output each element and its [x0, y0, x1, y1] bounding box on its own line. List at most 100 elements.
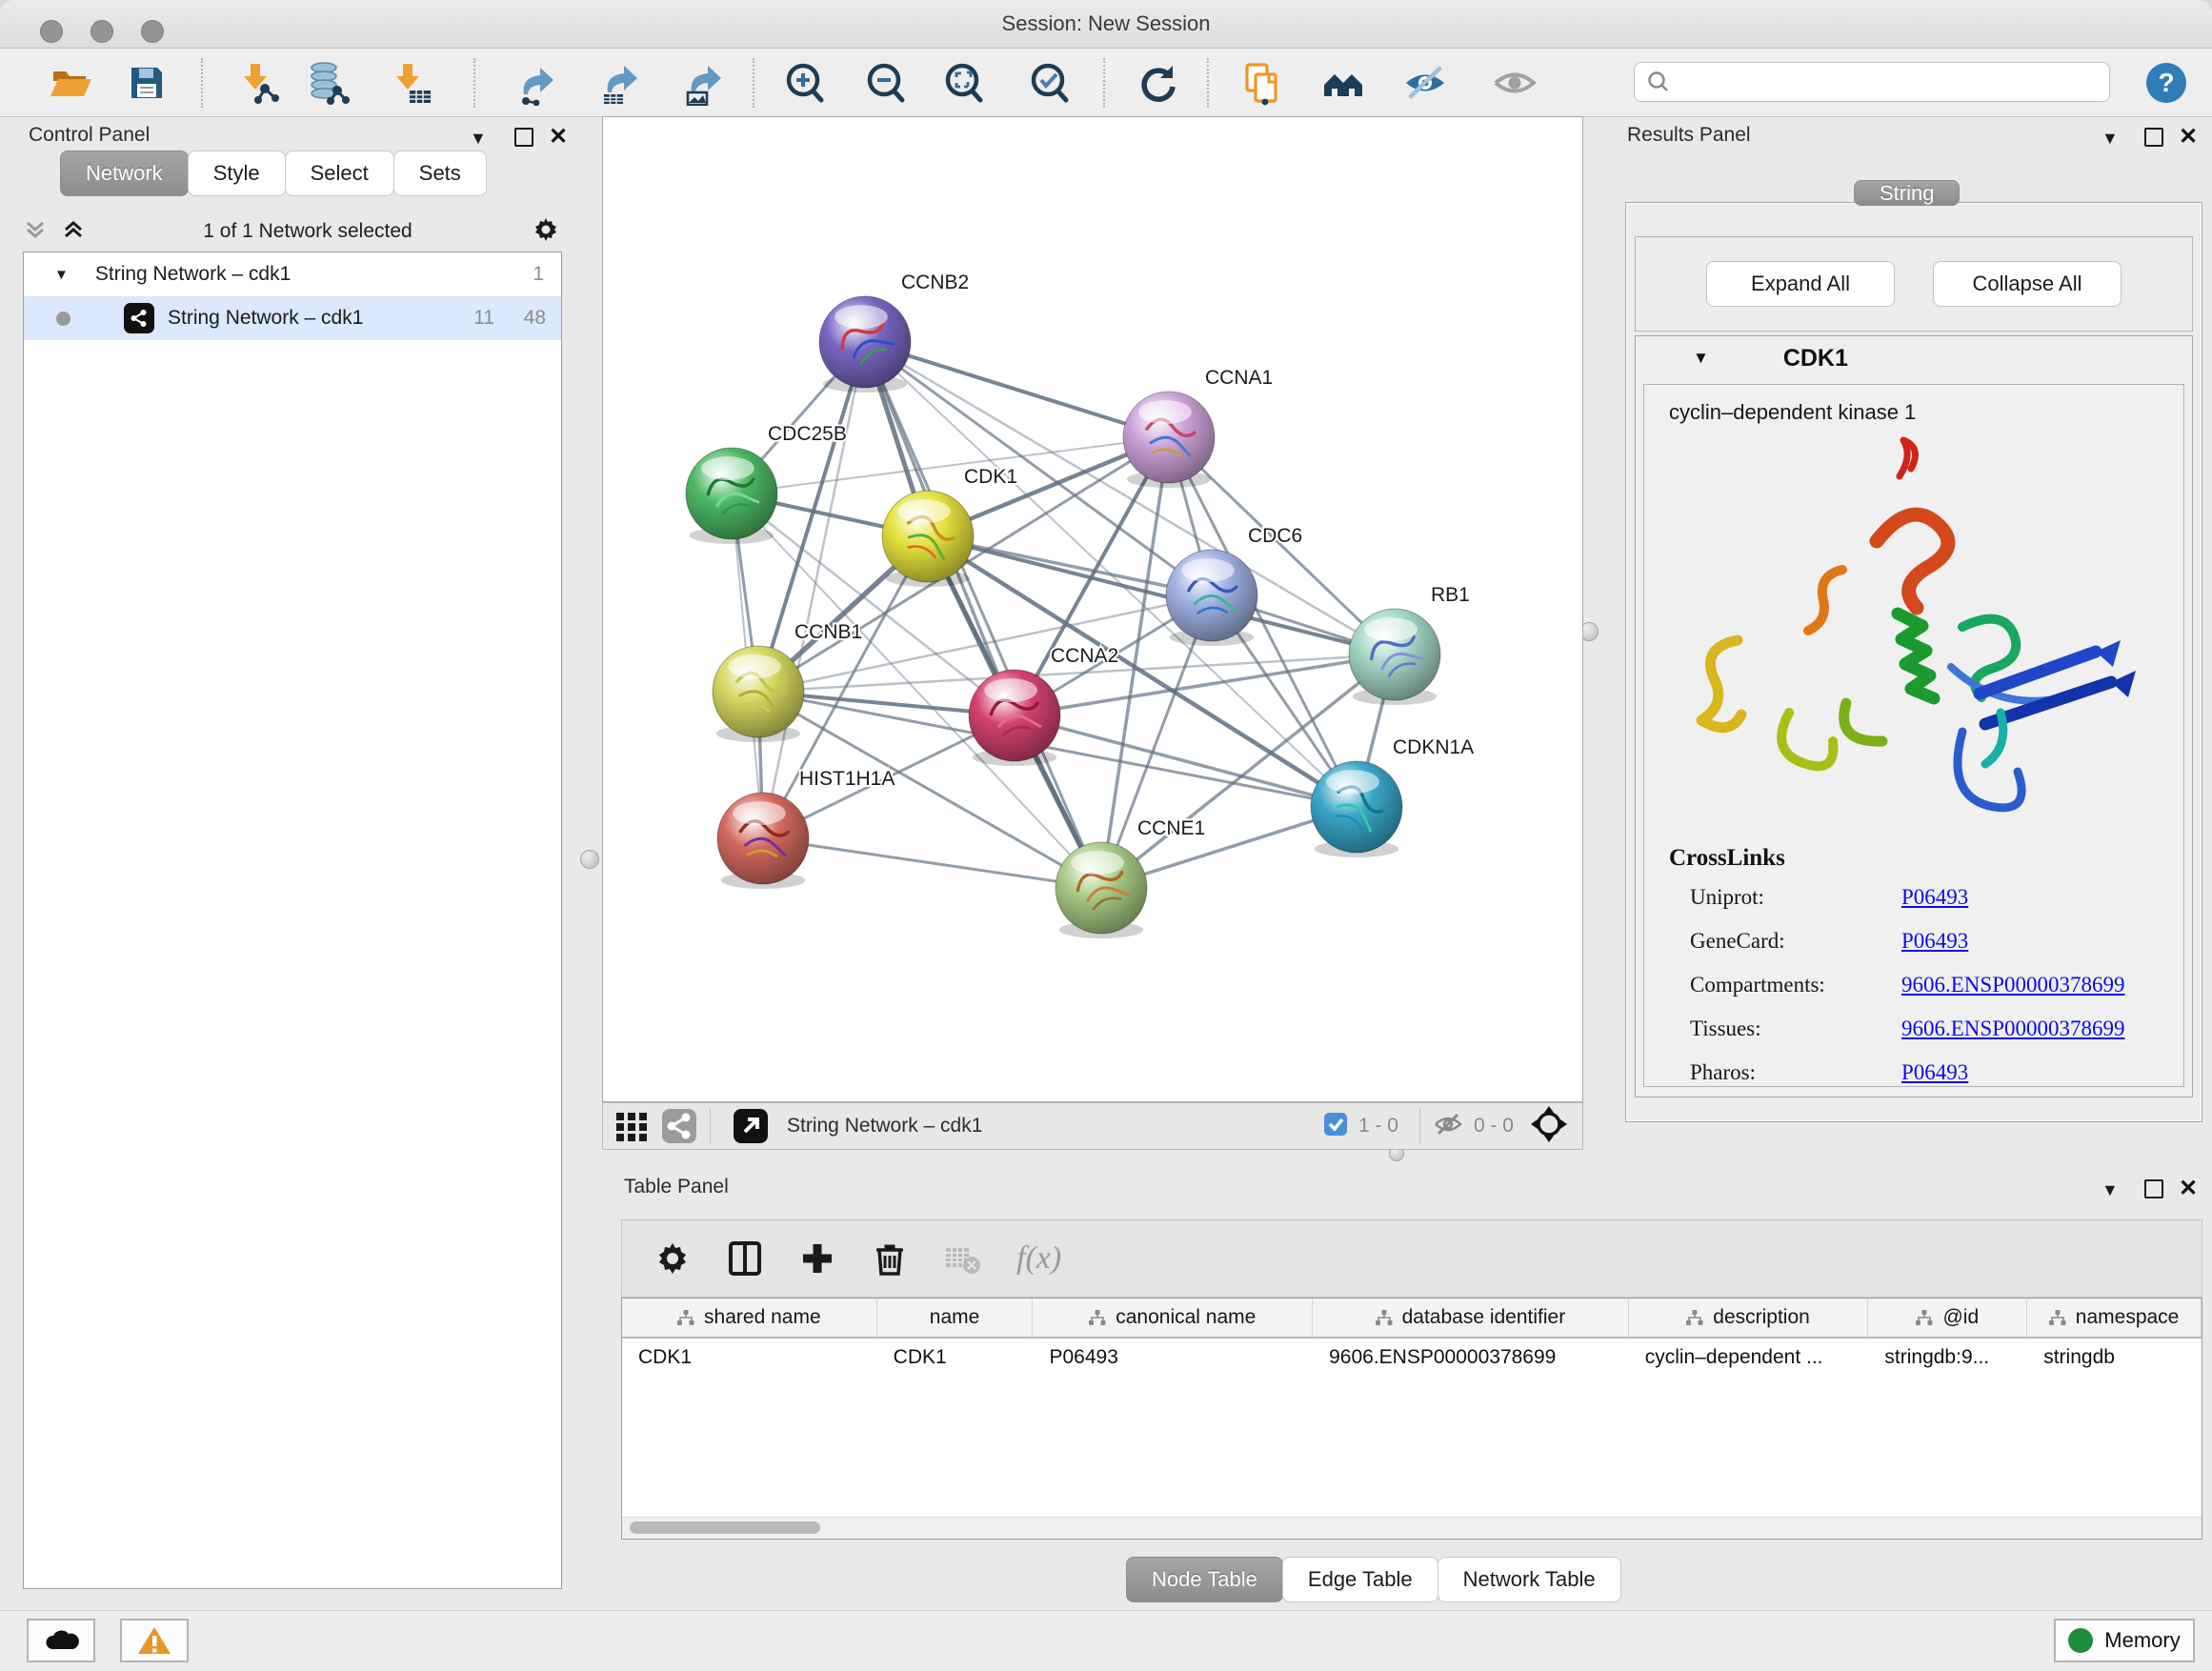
node-CCNA1[interactable]: CCNA1 — [1123, 367, 1273, 488]
network-share-icon[interactable] — [660, 1107, 698, 1145]
column-header-database-identifier[interactable]: database identifier — [1313, 1299, 1629, 1337]
collection-expander-icon[interactable]: ▼ — [54, 267, 69, 283]
add-column-icon[interactable] — [795, 1237, 839, 1280]
table-panel-close-icon[interactable]: ✕ — [2179, 1179, 2198, 1198]
refresh-layout-icon[interactable] — [1136, 60, 1181, 106]
network-collection-row[interactable]: ▼ String Network – cdk1 1 — [24, 252, 561, 296]
warning-button[interactable] — [120, 1619, 189, 1662]
column-header-namespace[interactable]: namespace — [2027, 1299, 2202, 1337]
table-cell[interactable]: stringdb:9... — [1868, 1339, 2027, 1377]
open-in-window-icon[interactable] — [732, 1107, 770, 1145]
tab-sets[interactable]: Sets — [393, 151, 487, 196]
help-icon[interactable]: ? — [2143, 60, 2189, 106]
left-splitter-handle[interactable] — [580, 850, 599, 869]
tab-network[interactable]: Network — [60, 151, 189, 196]
zoom-selected-icon[interactable] — [1027, 60, 1073, 106]
table-cell[interactable]: CDK1 — [877, 1339, 1034, 1377]
delete-table-icon[interactable] — [940, 1237, 984, 1280]
expand-all-button[interactable]: Expand All — [1706, 261, 1895, 307]
node-CDKN1A[interactable]: CDKN1A — [1311, 736, 1474, 857]
table-cell[interactable]: stringdb — [2027, 1339, 2202, 1377]
tab-style[interactable]: Style — [188, 151, 286, 196]
export-network-icon[interactable] — [513, 60, 558, 106]
node-HIST1H1A[interactable]: HIST1H1A — [717, 768, 895, 889]
node-RB1[interactable]: RB1 — [1349, 584, 1470, 705]
table-panel-menu-icon[interactable]: ▼ — [2101, 1181, 2119, 1198]
function-builder-icon[interactable]: f(x) — [1016, 1240, 1061, 1277]
crosslink-link[interactable]: P06493 — [1901, 885, 1968, 910]
control-panel-menu-icon[interactable]: ▼ — [470, 130, 487, 147]
collapse-all-button[interactable]: Collapse All — [1933, 261, 2122, 307]
collapse-all-networks-icon[interactable] — [23, 217, 48, 246]
tab-edge-table[interactable]: Edge Table — [1282, 1557, 1438, 1602]
hidden-eye-icon[interactable] — [1432, 1108, 1464, 1145]
table-cell[interactable]: CDK1 — [622, 1339, 877, 1377]
node-CDK1[interactable]: CDK1 — [882, 466, 1017, 587]
network-row[interactable]: String Network – cdk1 11 48 — [24, 296, 561, 340]
control-panel-float-icon[interactable] — [514, 128, 533, 147]
show-columns-icon[interactable] — [723, 1237, 767, 1280]
protein-section-header[interactable]: ▼ CDK1 — [1636, 336, 2192, 380]
delete-column-icon[interactable] — [868, 1237, 912, 1280]
table-cell[interactable]: cyclin–dependent ... — [1629, 1339, 1869, 1377]
import-network-file-icon[interactable] — [236, 60, 282, 106]
fit-content-crosshair-icon[interactable] — [1529, 1104, 1569, 1149]
table-panel-float-icon[interactable] — [2144, 1179, 2163, 1198]
tab-select[interactable]: Select — [285, 151, 394, 196]
save-session-icon[interactable] — [124, 60, 170, 106]
table-cell[interactable]: P06493 — [1033, 1339, 1313, 1377]
table-horizontal-scrollbar[interactable] — [622, 1517, 2202, 1539]
import-network-database-icon[interactable] — [305, 60, 351, 106]
copy-document-icon[interactable] — [1238, 60, 1284, 106]
protein-expander-icon[interactable]: ▼ — [1693, 349, 1709, 368]
crosslink-link[interactable]: P06493 — [1901, 929, 1968, 954]
crosslink-link[interactable]: P06493 — [1901, 1060, 1968, 1085]
zoom-fit-icon[interactable] — [941, 60, 987, 106]
edge-CCNB2-HIST1H1A[interactable] — [763, 342, 865, 838]
node-CCNB2[interactable]: CCNB2 — [819, 272, 969, 393]
column-header-canonical-name[interactable]: canonical name — [1033, 1299, 1313, 1337]
string-home-icon[interactable] — [1320, 60, 1366, 106]
tab-network-table[interactable]: Network Table — [1438, 1557, 1621, 1602]
memory-button[interactable]: Memory — [2054, 1619, 2195, 1662]
results-panel-close-icon[interactable]: ✕ — [2179, 128, 2198, 147]
search-input[interactable] — [1671, 70, 2094, 94]
table-cell[interactable]: 9606.ENSP00000378699 — [1313, 1339, 1629, 1377]
control-panel-close-icon[interactable]: ✕ — [549, 128, 568, 147]
birds-eye-view-icon[interactable] — [613, 1107, 651, 1145]
open-session-icon[interactable] — [47, 60, 92, 106]
search-box[interactable] — [1634, 62, 2110, 102]
network-options-gear-icon[interactable] — [530, 213, 562, 251]
edge-CCNA2-CDKN1A[interactable] — [1015, 715, 1357, 807]
cloud-button[interactable] — [27, 1619, 95, 1662]
selected-checkbox-icon[interactable] — [1322, 1111, 1349, 1142]
column-header--id[interactable]: @id — [1868, 1299, 2027, 1337]
results-panel-float-icon[interactable] — [2144, 128, 2163, 147]
edge-CCNB2-CCNE1[interactable] — [865, 342, 1101, 888]
crosslink-link[interactable]: 9606.ENSP00000378699 — [1901, 1017, 2125, 1041]
hide-selected-icon[interactable] — [1402, 60, 1448, 106]
column-header-shared-name[interactable]: shared name — [622, 1299, 877, 1337]
results-panel-menu-icon[interactable]: ▼ — [2101, 130, 2119, 147]
edge-CDC6-CCNB1[interactable] — [758, 595, 1212, 692]
export-image-icon[interactable] — [680, 60, 726, 106]
tab-node-table[interactable]: Node Table — [1126, 1557, 1283, 1602]
zoom-in-icon[interactable] — [782, 60, 828, 106]
edge-CDK1-RB1[interactable] — [928, 536, 1395, 654]
network-canvas[interactable]: CCNB2CCNA1CDC25BCDK1CDC6RB1CCNB1CCNA2CDK… — [602, 116, 1583, 1102]
show-all-icon[interactable] — [1492, 60, 1538, 106]
import-table-icon[interactable] — [389, 60, 434, 106]
node-CCNB1[interactable]: CCNB1 — [713, 621, 862, 742]
column-header-name[interactable]: name — [877, 1299, 1034, 1337]
scrollbar-thumb[interactable] — [630, 1521, 820, 1534]
results-tab-string[interactable]: String — [1854, 171, 1959, 215]
column-header-description[interactable]: description — [1629, 1299, 1869, 1337]
zoom-out-icon[interactable] — [863, 60, 909, 106]
table-row[interactable]: CDK1CDK1P064939606.ENSP00000378699cyclin… — [622, 1339, 2202, 1377]
export-table-icon[interactable] — [596, 60, 642, 106]
crosslink-link[interactable]: 9606.ENSP00000378699 — [1901, 973, 2125, 997]
edge-HIST1H1A-CCNE1[interactable] — [763, 838, 1101, 888]
edge-CCNB2-CCNA1[interactable] — [865, 342, 1169, 437]
expand-all-networks-icon[interactable] — [61, 217, 86, 246]
table-options-gear-icon[interactable] — [651, 1237, 694, 1280]
